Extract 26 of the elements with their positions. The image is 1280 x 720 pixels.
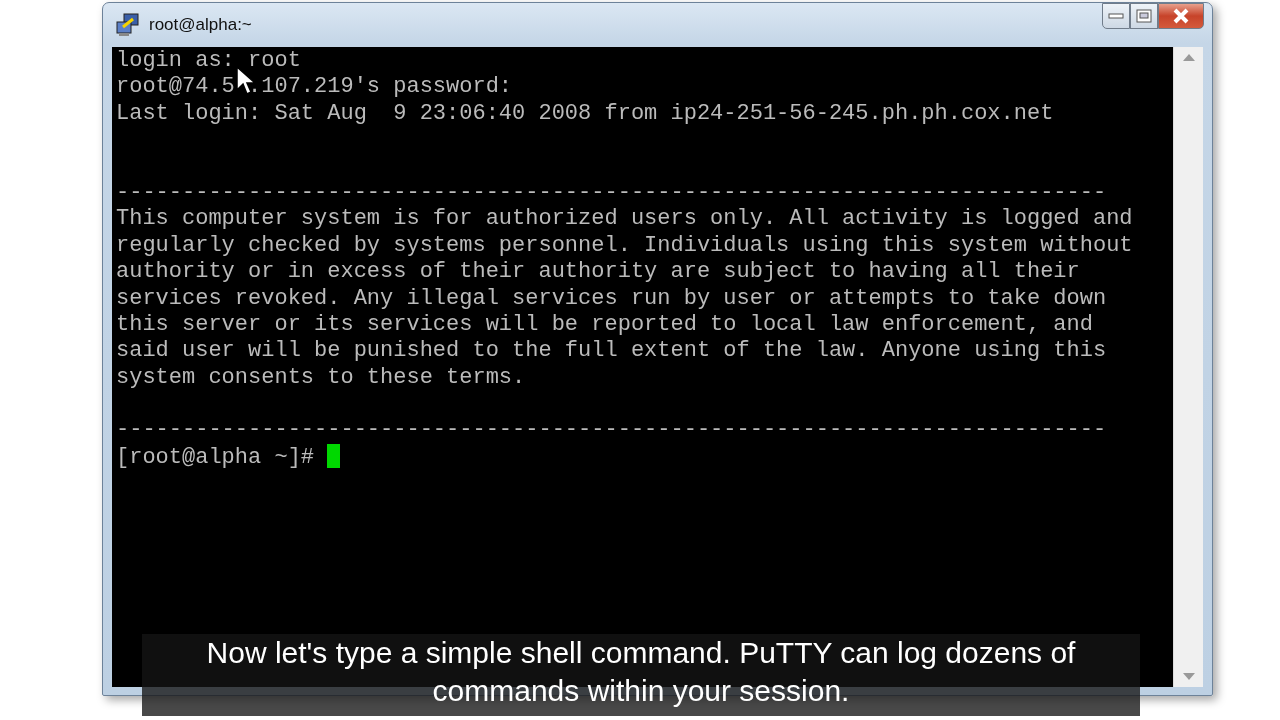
terminal-text: Last login: Sat Aug 9 23:06:40 2008 from ip24-251-56-245.ph.ph.cox.net [116, 100, 1054, 126]
terminal-text: login as: root [116, 48, 301, 73]
terminal-text: services revoked. Any illegal services run by user or attempts to take down [116, 285, 1107, 311]
terminal-text: this server or its services will be reported to local law enforcement, and [116, 311, 1093, 337]
close-icon [1172, 8, 1190, 24]
minimize-button[interactable] [1102, 3, 1130, 29]
subtitle: Now let's type a simple shell command. PuTTY can log dozens of commands within your session. [142, 634, 1140, 716]
text-cursor [327, 443, 341, 468]
computers-icon [115, 13, 141, 37]
terminal-text: This computer system is for authorized users only. All activity is logged and [116, 206, 1133, 232]
scroll-up-icon[interactable] [1182, 53, 1195, 61]
terminal-text: .107.219's password: [248, 74, 513, 100]
terminal-text: --------------------------------------------------------------------------- [116, 179, 1107, 205]
terminal-text: said user will be punished to the full extent of the law. Anyone using this [116, 338, 1107, 364]
minimize-icon [1108, 13, 1124, 19]
shell-prompt: [root@alpha ~]# [116, 444, 315, 470]
terminal-text: --------------------------------------------------------------------------- [116, 417, 1107, 443]
terminal-text: authority or in excess of their authority are subject to having all their [116, 259, 1080, 285]
maximize-button[interactable] [1130, 3, 1158, 29]
terminal-text: regularly checked by systems personnel. Individuals using this system without [116, 232, 1133, 258]
terminal-text: root@74.5 [116, 74, 235, 100]
scroll-down-icon[interactable] [1182, 673, 1195, 681]
terminal-text: system consents to these terms. [116, 364, 526, 390]
close-button[interactable] [1158, 3, 1204, 29]
window-title: root@alpha:~ [149, 14, 252, 37]
maximize-icon [1136, 9, 1152, 23]
